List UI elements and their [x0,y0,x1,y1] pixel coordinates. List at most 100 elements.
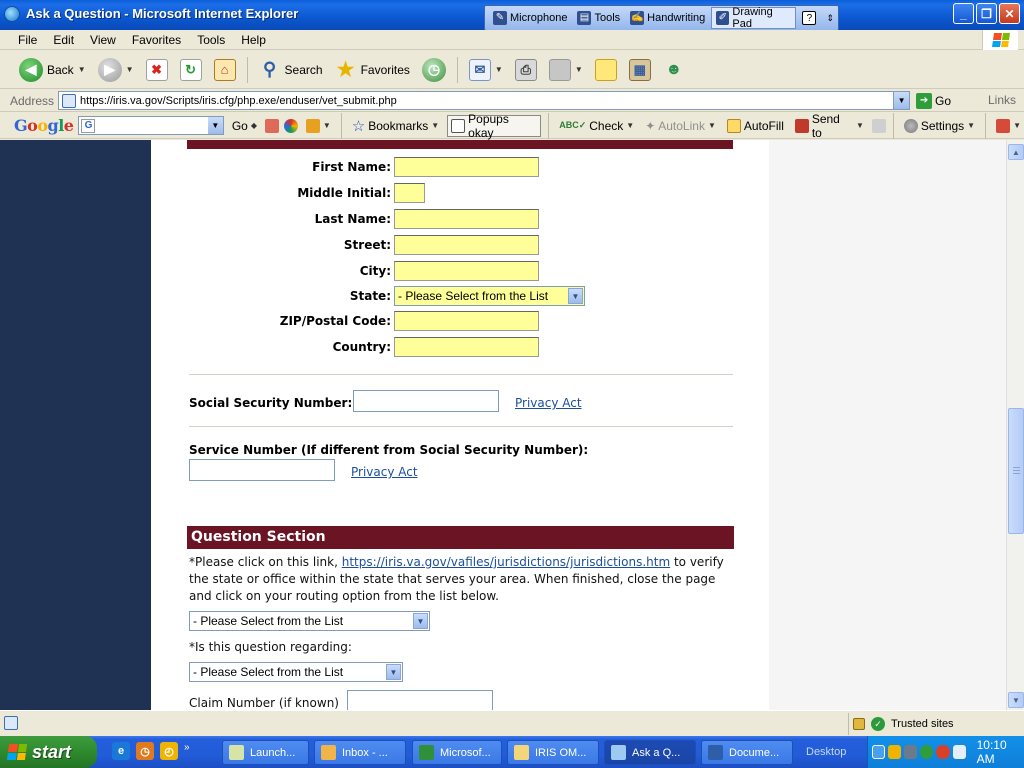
history-button[interactable]: ◷ [419,55,449,85]
spell-check-button[interactable]: ABC✓ Check ▼ [556,115,637,137]
regarding-dropdown-icon[interactable]: ▼ [386,664,401,680]
jurisdictions-link[interactable]: https://iris.va.gov/vafiles/jurisdiction… [342,555,670,569]
popup-blocker-button[interactable]: Popups okay [447,112,542,140]
research-options-button[interactable]: ▼ [993,115,1024,137]
menu-help[interactable]: Help [233,33,274,47]
refresh-button[interactable]: ↻ [177,55,205,85]
google-logo[interactable]: Google [14,116,74,135]
research-button[interactable]: ▦ [626,55,654,85]
autolink-button[interactable]: ✦ AutoLink ▼ [642,115,719,137]
favorites-button[interactable]: ★ Favorites [332,55,413,85]
print-button[interactable]: ⎙ [512,55,540,85]
stop-button[interactable]: ✖ [143,55,171,85]
privacy-act-link-service[interactable]: Privacy Act [351,465,418,479]
minimize-button[interactable]: _ [953,3,974,24]
menu-favorites[interactable]: Favorites [124,33,189,47]
tray-antivirus-icon[interactable] [936,745,950,759]
first-name-field[interactable] [394,157,539,177]
scroll-down-button[interactable]: ▼ [1008,692,1024,708]
tray-clock[interactable]: 10:10 AM [977,738,1024,766]
language-bar-options-icon[interactable]: ⇕ [822,7,838,29]
google-search-input[interactable]: G ▼ [78,116,224,135]
tray-security-icon[interactable] [920,745,934,759]
desktop-toolbar-label[interactable]: Desktop [806,746,846,758]
handwriting-button[interactable]: ✍ Handwriting [626,7,709,29]
edit-button[interactable]: ▼ [546,55,586,85]
google-go-button[interactable]: Go ◆ [229,115,260,137]
task-launch[interactable]: Launch... [222,740,309,765]
menu-edit[interactable]: Edit [45,33,82,47]
last-name-field[interactable] [394,209,539,229]
zip-field[interactable] [394,311,539,331]
back-dropdown-icon[interactable]: ▼ [78,65,86,74]
security-zone: ✓ Trusted sites [848,713,1024,735]
drawing-pad-button[interactable]: ✐ Drawing Pad [711,6,797,30]
task-microsoft-excel[interactable]: Microsof... [412,740,502,765]
scroll-thumb[interactable] [1008,408,1024,534]
middle-initial-field[interactable] [394,183,425,203]
tools-button[interactable]: ▤ Tools [573,7,624,29]
send-to-icon [794,118,809,133]
news-icon[interactable] [265,118,279,133]
ssn-field[interactable] [353,390,499,412]
highlight-icon[interactable] [871,118,886,133]
bookmarks-button[interactable]: ☆ Bookmarks ▼ [349,115,442,137]
tray-expand-icon[interactable] [872,745,886,759]
forward-dropdown-icon[interactable]: ▼ [126,65,134,74]
pagerank-button[interactable]: ▼ [303,115,334,137]
autofill-button[interactable]: AutoFill [724,115,787,137]
google-spiral-icon[interactable] [283,118,298,133]
send-to-button[interactable]: Send to ▼ [792,112,867,140]
discuss-button[interactable] [592,55,620,85]
task-document[interactable]: Docume... [701,740,793,765]
clock-quicklaunch-icon[interactable]: ◴ [160,742,178,760]
mail-button[interactable]: ✉ ▼ [466,55,506,85]
service-number-field[interactable] [189,459,335,481]
menu-tools[interactable]: Tools [189,33,233,47]
home-button[interactable]: ⌂ [211,55,239,85]
mail-dropdown-icon[interactable]: ▼ [495,65,503,74]
language-bar-help-button[interactable]: ? [798,7,820,29]
routing-dropdown-icon[interactable]: ▼ [413,613,428,629]
task-ask-a-question[interactable]: Ask a Q... [604,740,696,765]
maximize-button[interactable]: ❐ [976,3,997,24]
scroll-up-button[interactable]: ▲ [1008,144,1024,160]
menu-file[interactable]: File [10,33,45,47]
routing-select[interactable]: - Please Select from the List ▼ [189,611,430,631]
menu-view[interactable]: View [82,33,124,47]
ie-quicklaunch-icon[interactable]: e [112,742,130,760]
regarding-select[interactable]: - Please Select from the List ▼ [189,662,403,682]
vertical-scrollbar[interactable]: ▲ ▼ [1006,140,1024,710]
quicklaunch-more-icon[interactable]: » [184,742,190,760]
street-field[interactable] [394,235,539,255]
divider [189,374,733,376]
close-button[interactable]: ✕ [999,3,1020,24]
task-inbox[interactable]: Inbox - ... [314,740,406,765]
settings-button[interactable]: Settings ▼ [901,115,978,137]
privacy-act-link[interactable]: Privacy Act [515,396,582,410]
google-search-dropdown-icon[interactable]: ▼ [207,117,223,134]
links-button[interactable]: Links [988,93,1016,107]
edit-dropdown-icon[interactable]: ▼ [575,65,583,74]
country-field[interactable] [394,337,539,357]
state-select[interactable]: - Please Select from the List ▼ [394,286,585,306]
back-button[interactable]: ◀ Back ▼ [16,55,89,85]
microphone-button[interactable]: ✎ Microphone [489,7,571,29]
go-button[interactable]: ➔ Go [916,92,951,109]
tray-wireless-icon[interactable] [952,745,966,759]
search-button[interactable]: ⚲ Search [256,55,326,85]
regarding-label: *Is this question regarding: [189,640,352,654]
outlook-quicklaunch-icon[interactable]: ◷ [136,742,154,760]
start-button[interactable]: start [0,736,97,768]
first-name-label: First Name: [312,160,391,174]
tray-network-icon[interactable] [904,745,918,759]
task-iris-om[interactable]: IRIS OM... [507,740,599,765]
messenger-button[interactable]: ☻ [660,55,688,85]
claim-number-field[interactable] [347,690,493,710]
tray-clock-app-icon[interactable] [888,745,902,759]
city-field[interactable] [394,261,539,281]
state-dropdown-icon[interactable]: ▼ [568,288,583,304]
address-input[interactable]: https://iris.va.gov/Scripts/iris.cfg/php… [58,91,911,110]
forward-button[interactable]: ▶ ▼ [95,55,137,85]
address-dropdown-icon[interactable]: ▼ [893,92,910,109]
